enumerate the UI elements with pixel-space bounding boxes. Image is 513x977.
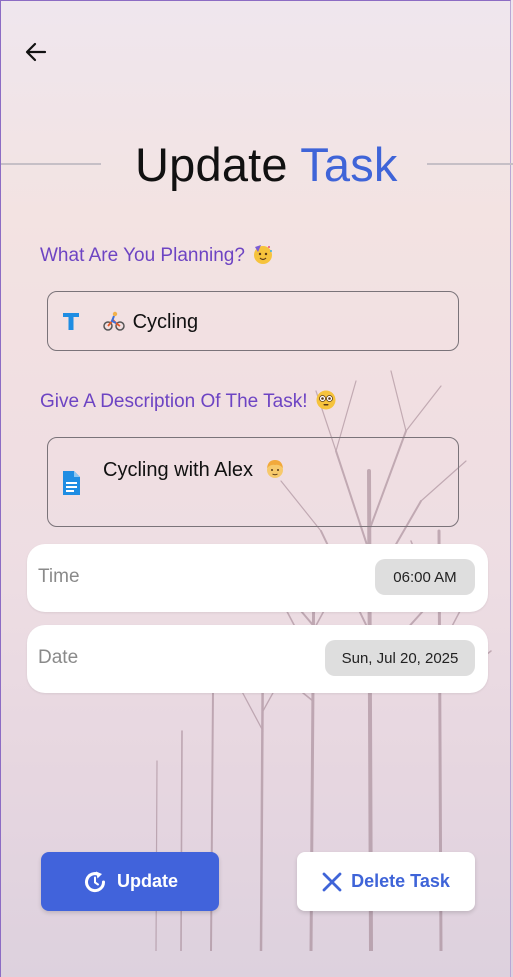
- update-button-label: Update: [116, 871, 178, 891]
- document-icon: [63, 471, 80, 495]
- page-title-accent: Task: [300, 138, 398, 191]
- refresh-icon: [85, 871, 105, 892]
- task-title-field[interactable]: Cycling: [47, 291, 459, 351]
- delete-task-button-label: Delete Task: [351, 871, 450, 891]
- app-frame: Update Task What Are You Planning? Cycli…: [0, 0, 513, 977]
- page-title: Update Task: [135, 137, 398, 192]
- page-title-row: Update Task: [1, 133, 513, 197]
- person-biking-icon: [103, 311, 125, 331]
- task-description-label: Give A Description Of The Task!: [40, 389, 337, 413]
- flushed-face-icon: [316, 390, 336, 410]
- update-button[interactable]: Update: [41, 852, 219, 911]
- arrow-left-icon: [25, 42, 47, 62]
- close-icon: [322, 872, 342, 891]
- partying-face-icon: [254, 245, 273, 264]
- date-card: Date Sun, Jul 20, 2025: [27, 625, 488, 693]
- task-title-label: What Are You Planning?: [40, 243, 274, 267]
- time-card: Time 06:00 AM: [27, 544, 488, 612]
- date-label: Date: [38, 647, 79, 668]
- time-picker-button[interactable]: 06:00 AM: [375, 559, 475, 595]
- delete-task-button[interactable]: Delete Task: [297, 852, 475, 911]
- back-button[interactable]: [21, 37, 51, 67]
- text-format-icon: [63, 313, 79, 330]
- page-title-main: Update: [135, 138, 288, 191]
- task-description-value: Cycling with Alex: [103, 459, 254, 481]
- person-blond-icon: [266, 460, 283, 478]
- title-divider-left: [1, 163, 101, 165]
- task-description-field[interactable]: Cycling with Alex: [47, 437, 459, 527]
- date-picker-button[interactable]: Sun, Jul 20, 2025: [325, 640, 475, 676]
- title-divider-right: [427, 163, 513, 165]
- task-title-value: Cycling: [132, 311, 199, 333]
- time-label: Time: [38, 566, 80, 587]
